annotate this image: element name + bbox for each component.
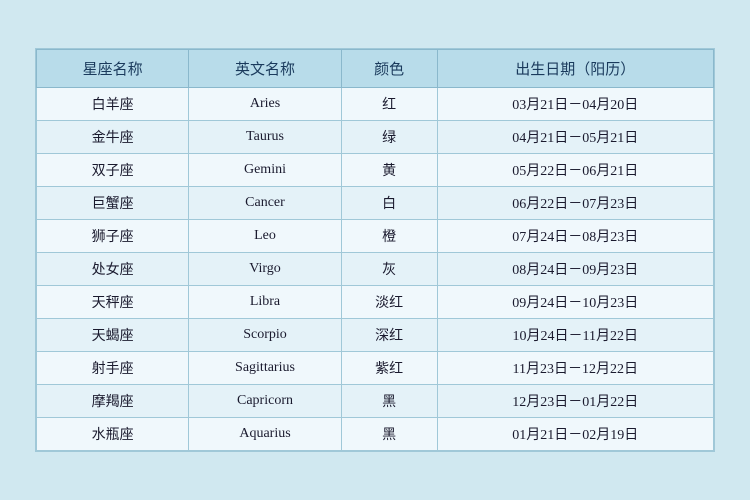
zodiac-table: 星座名称英文名称颜色出生日期（阳历） 白羊座Aries红03月21日－04月20…	[36, 49, 714, 451]
cell-row1-col0: 金牛座	[37, 121, 189, 154]
cell-row5-col2: 灰	[341, 253, 437, 286]
cell-row8-col1: Sagittarius	[189, 352, 341, 385]
cell-row6-col1: Libra	[189, 286, 341, 319]
table-row: 水瓶座Aquarius黑01月21日－02月19日	[37, 418, 714, 451]
cell-row7-col2: 深红	[341, 319, 437, 352]
cell-row7-col1: Scorpio	[189, 319, 341, 352]
cell-row6-col2: 淡红	[341, 286, 437, 319]
cell-row1-col3: 04月21日－05月21日	[437, 121, 713, 154]
column-header: 出生日期（阳历）	[437, 50, 713, 88]
cell-row9-col0: 摩羯座	[37, 385, 189, 418]
table-row: 天蝎座Scorpio深红10月24日－11月22日	[37, 319, 714, 352]
cell-row0-col2: 红	[341, 88, 437, 121]
table-row: 狮子座Leo橙07月24日－08月23日	[37, 220, 714, 253]
cell-row10-col1: Aquarius	[189, 418, 341, 451]
cell-row2-col1: Gemini	[189, 154, 341, 187]
column-header: 星座名称	[37, 50, 189, 88]
table-row: 处女座Virgo灰08月24日－09月23日	[37, 253, 714, 286]
cell-row10-col2: 黑	[341, 418, 437, 451]
cell-row0-col3: 03月21日－04月20日	[437, 88, 713, 121]
cell-row8-col3: 11月23日－12月22日	[437, 352, 713, 385]
table-row: 白羊座Aries红03月21日－04月20日	[37, 88, 714, 121]
cell-row0-col0: 白羊座	[37, 88, 189, 121]
table-row: 金牛座Taurus绿04月21日－05月21日	[37, 121, 714, 154]
cell-row7-col0: 天蝎座	[37, 319, 189, 352]
cell-row8-col0: 射手座	[37, 352, 189, 385]
cell-row0-col1: Aries	[189, 88, 341, 121]
cell-row2-col0: 双子座	[37, 154, 189, 187]
cell-row3-col0: 巨蟹座	[37, 187, 189, 220]
cell-row4-col0: 狮子座	[37, 220, 189, 253]
cell-row9-col3: 12月23日－01月22日	[437, 385, 713, 418]
cell-row3-col2: 白	[341, 187, 437, 220]
cell-row4-col2: 橙	[341, 220, 437, 253]
table-header-row: 星座名称英文名称颜色出生日期（阳历）	[37, 50, 714, 88]
cell-row5-col0: 处女座	[37, 253, 189, 286]
cell-row1-col2: 绿	[341, 121, 437, 154]
cell-row9-col2: 黑	[341, 385, 437, 418]
cell-row3-col1: Cancer	[189, 187, 341, 220]
column-header: 颜色	[341, 50, 437, 88]
table-row: 射手座Sagittarius紫红11月23日－12月22日	[37, 352, 714, 385]
table-row: 巨蟹座Cancer白06月22日－07月23日	[37, 187, 714, 220]
table-row: 天秤座Libra淡红09月24日－10月23日	[37, 286, 714, 319]
cell-row2-col3: 05月22日－06月21日	[437, 154, 713, 187]
cell-row4-col3: 07月24日－08月23日	[437, 220, 713, 253]
cell-row5-col1: Virgo	[189, 253, 341, 286]
table-row: 摩羯座Capricorn黑12月23日－01月22日	[37, 385, 714, 418]
cell-row8-col2: 紫红	[341, 352, 437, 385]
cell-row7-col3: 10月24日－11月22日	[437, 319, 713, 352]
cell-row6-col0: 天秤座	[37, 286, 189, 319]
cell-row10-col3: 01月21日－02月19日	[437, 418, 713, 451]
cell-row6-col3: 09月24日－10月23日	[437, 286, 713, 319]
cell-row5-col3: 08月24日－09月23日	[437, 253, 713, 286]
cell-row10-col0: 水瓶座	[37, 418, 189, 451]
cell-row4-col1: Leo	[189, 220, 341, 253]
cell-row1-col1: Taurus	[189, 121, 341, 154]
cell-row2-col2: 黄	[341, 154, 437, 187]
zodiac-table-container: 星座名称英文名称颜色出生日期（阳历） 白羊座Aries红03月21日－04月20…	[35, 48, 715, 452]
column-header: 英文名称	[189, 50, 341, 88]
table-row: 双子座Gemini黄05月22日－06月21日	[37, 154, 714, 187]
cell-row3-col3: 06月22日－07月23日	[437, 187, 713, 220]
cell-row9-col1: Capricorn	[189, 385, 341, 418]
